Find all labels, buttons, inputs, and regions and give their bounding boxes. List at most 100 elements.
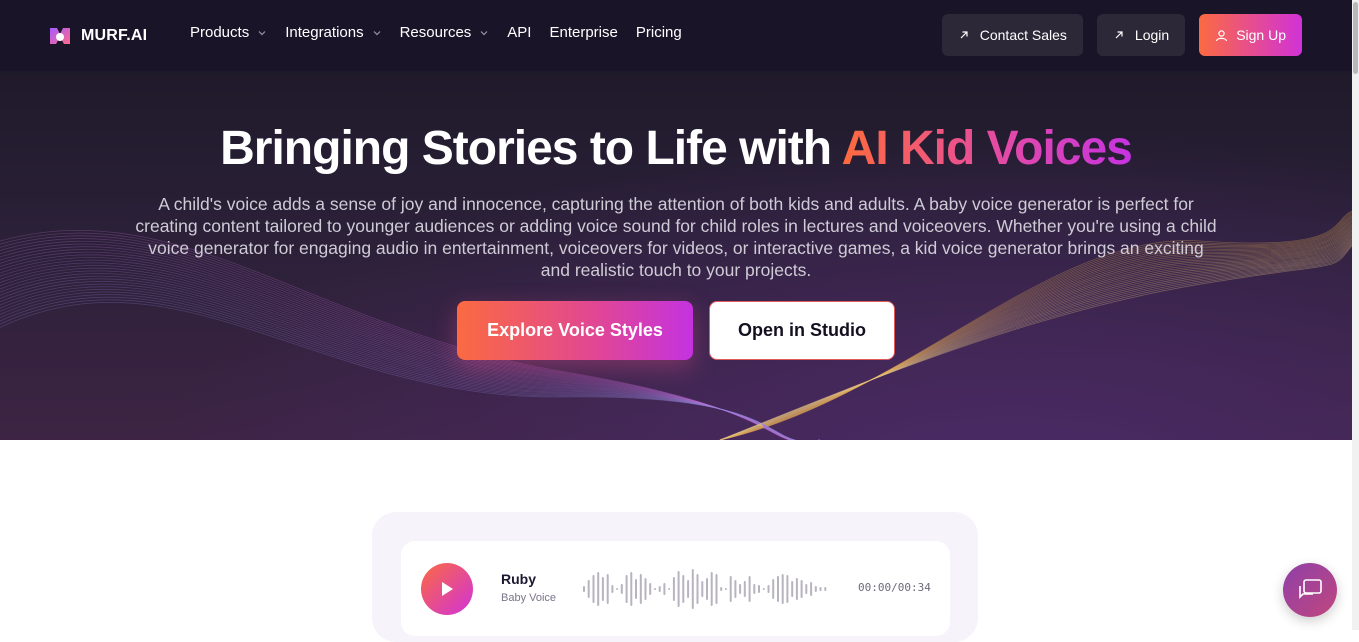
waveform-bar (691, 569, 694, 609)
nav-label: Enterprise (549, 24, 618, 41)
waveform-bar (616, 588, 619, 590)
nav-item-products[interactable]: Products (190, 24, 267, 41)
top-nav: MURF.AI Products Integrations Resources … (0, 0, 1352, 71)
contact-sales-button[interactable]: Contact Sales (941, 14, 1083, 56)
open-in-studio-button[interactable]: Open in Studio (709, 301, 895, 360)
waveform-bar (729, 576, 732, 602)
signup-button[interactable]: Sign Up (1199, 14, 1302, 56)
hero-cta-group: Explore Voice Styles Open in Studio (457, 301, 895, 360)
waveform-bar (644, 578, 647, 600)
nav-item-resources[interactable]: Resources (400, 24, 490, 41)
login-button[interactable]: Login (1096, 14, 1186, 56)
waveform-bar (672, 577, 675, 601)
waveform-bar (767, 585, 770, 593)
chevron-down-icon (373, 30, 381, 35)
waveform-bar (810, 582, 813, 596)
chat-widget-button[interactable] (1283, 563, 1337, 617)
arrow-up-right-icon (960, 31, 968, 39)
hero-title-accent: AI Kid Voices (841, 122, 1133, 175)
waveform-bar (777, 576, 779, 602)
explore-voice-styles-button[interactable]: Explore Voice Styles (457, 301, 693, 360)
nav-label: Pricing (635, 24, 682, 41)
waveform-bar (601, 577, 604, 601)
nav-item-api[interactable]: API (507, 24, 531, 41)
login-label: Login (1134, 27, 1170, 43)
waveform-bar (706, 578, 708, 600)
murf-logo-icon (50, 28, 70, 44)
hero-title: Bringing Stories to Life with AI Kid Voi… (0, 121, 1352, 176)
chat-icon (1299, 579, 1322, 599)
audio-waveform[interactable] (582, 565, 828, 613)
waveform-bar (654, 588, 656, 590)
waveform-bar (687, 580, 690, 598)
page-scrollbar[interactable] (1352, 0, 1359, 630)
hero-section: Bringing Stories to Life with AI Kid Voi… (0, 71, 1352, 440)
waveform-bar (720, 587, 723, 591)
waveform-bar (805, 584, 808, 594)
waveform-bar (630, 572, 633, 606)
hero-subtitle: A child's voice adds a sense of joy and … (135, 194, 1217, 280)
signup-label: Sign Up (1236, 27, 1286, 43)
waveform-bar (649, 583, 652, 595)
brand-name: MURF.AI (81, 27, 148, 44)
nav-item-integrations[interactable]: Integrations (285, 24, 381, 41)
nav-actions: Contact Sales Login Sign Up (941, 14, 1302, 56)
user-icon (1216, 29, 1228, 41)
waveform-bar (635, 579, 637, 599)
play-icon (442, 582, 453, 596)
waveform-bar (606, 574, 609, 604)
waveform-bar (772, 579, 775, 599)
waveform-bar (781, 574, 784, 604)
waveform-bar (715, 574, 718, 604)
waveform-bar (819, 587, 822, 591)
scrollbar-thumb[interactable] (1353, 2, 1358, 74)
nav-item-pricing[interactable]: Pricing (636, 24, 682, 41)
nav-label: Resources (399, 24, 472, 41)
waveform-bar (658, 586, 661, 592)
waveform-bar (791, 581, 794, 597)
waveform-bar (701, 581, 704, 597)
play-button[interactable] (421, 563, 473, 615)
waveform-bar (620, 584, 623, 594)
waveform-bar (800, 580, 803, 598)
waveform-bar (611, 585, 614, 593)
waveform-bar (583, 586, 585, 592)
voice-style: Baby Voice (501, 592, 557, 604)
waveform-bar (758, 585, 760, 593)
waveform-bar (814, 586, 817, 592)
waveform-bar (824, 587, 827, 591)
hero-title-plain: Bringing Stories to Life with (220, 122, 842, 175)
waveform-bar (597, 572, 600, 606)
waveform-bar (762, 588, 765, 590)
waveform-bar (663, 583, 666, 595)
nav-label: API (507, 24, 532, 41)
nav-item-enterprise[interactable]: Enterprise (549, 24, 617, 41)
waveform-bar (743, 581, 746, 597)
waveform-bar (696, 574, 699, 604)
waveform-bar (587, 580, 590, 598)
waveform-bar (677, 571, 680, 607)
waveform-bar (639, 574, 642, 604)
waveform-bar (724, 588, 727, 590)
waveform-bar (710, 572, 713, 606)
waveform-bar (592, 575, 595, 603)
waveform-bar (748, 576, 751, 602)
waveform-bar (625, 575, 628, 603)
waveform-bar (668, 588, 671, 590)
voice-name: Ruby (501, 571, 536, 587)
chevron-down-icon (258, 30, 266, 35)
main-menu: Products Integrations Resources API Ente… (190, 24, 700, 41)
contact-sales-label: Contact Sales (979, 27, 1067, 43)
waveform-bar (739, 584, 742, 594)
waveform-bar (786, 575, 789, 603)
brand-logo[interactable]: MURF.AI (48, 24, 147, 48)
waveform-bar (682, 575, 685, 603)
waveform-bar (753, 584, 756, 594)
chevron-down-icon (480, 30, 488, 35)
waveform-bar (734, 580, 737, 598)
nav-label: Integrations (285, 24, 364, 41)
arrow-up-right-icon (1115, 31, 1123, 39)
playback-time: 00:00/00:34 (858, 581, 931, 594)
nav-label: Products (190, 24, 250, 41)
waveform-bar (795, 578, 798, 600)
